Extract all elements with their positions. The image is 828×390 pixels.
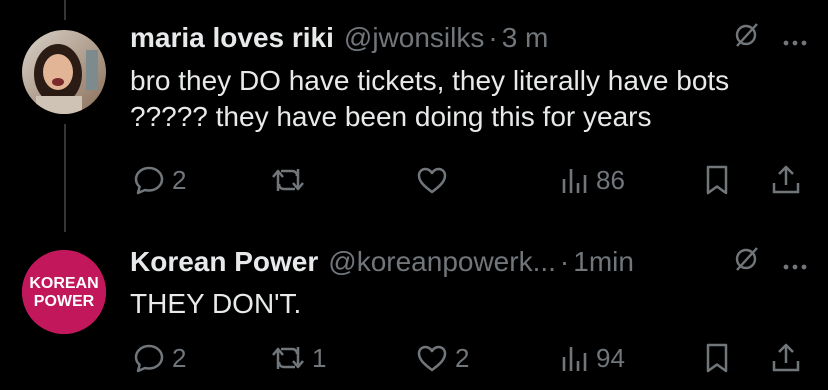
avatar-photo xyxy=(22,30,106,114)
action-bar: 2 1 2 94 xyxy=(130,338,810,378)
more-icon[interactable] xyxy=(782,246,808,278)
bookmark-button[interactable] xyxy=(702,160,732,200)
share-button[interactable] xyxy=(770,160,802,200)
tweet-2[interactable]: KOREAN POWER Korean Power @koreanpowerk.… xyxy=(0,232,828,390)
bookmark-button[interactable] xyxy=(702,338,732,378)
avatar-korean-power[interactable]: KOREAN POWER xyxy=(22,250,106,334)
like-count: 2 xyxy=(455,342,470,373)
handle[interactable]: @jwonsilks xyxy=(344,22,484,54)
reply-button[interactable]: 2 xyxy=(132,338,186,378)
views-icon xyxy=(560,341,590,375)
like-icon xyxy=(415,163,449,197)
bookmark-icon xyxy=(702,163,732,197)
bookmark-icon xyxy=(702,341,732,375)
logo-line-2: POWER xyxy=(34,293,95,310)
retweet-icon xyxy=(270,341,306,375)
like-button[interactable] xyxy=(415,160,455,200)
share-button[interactable] xyxy=(770,338,802,378)
views-count: 86 xyxy=(596,164,625,195)
retweet-icon xyxy=(270,163,306,197)
separator: · xyxy=(559,246,570,277)
tweet-text: THEY DON'T. xyxy=(130,288,302,319)
retweet-count: 1 xyxy=(312,342,327,373)
retweet-button[interactable]: 1 xyxy=(270,338,326,378)
tweet-header: Korean Power @koreanpowerk... · 1min xyxy=(130,244,808,280)
avatar-maria[interactable] xyxy=(22,30,106,114)
reply-count: 2 xyxy=(172,342,187,373)
grok-icon[interactable] xyxy=(732,245,760,280)
grok-icon[interactable] xyxy=(732,21,760,56)
reply-icon xyxy=(132,163,166,197)
display-name[interactable]: maria loves riki xyxy=(130,22,334,54)
reply-icon xyxy=(132,341,166,375)
reply-count: 2 xyxy=(172,164,187,195)
action-bar: 2 86 xyxy=(130,160,810,200)
views-button[interactable]: 94 xyxy=(560,338,625,378)
share-icon xyxy=(770,163,802,197)
like-icon xyxy=(415,341,449,375)
korean-power-logo: KOREAN POWER xyxy=(22,250,106,334)
more-icon[interactable] xyxy=(782,22,808,54)
views-count: 94 xyxy=(596,342,625,373)
tweet-header: maria loves riki @jwonsilks · 3 m xyxy=(130,20,808,56)
timestamp[interactable]: 3 m xyxy=(502,22,549,54)
share-icon xyxy=(770,341,802,375)
like-button[interactable]: 2 xyxy=(415,338,469,378)
handle[interactable]: @koreanpowerk... xyxy=(328,246,556,278)
timestamp[interactable]: 1min xyxy=(573,246,634,278)
reply-button[interactable]: 2 xyxy=(132,160,186,200)
views-button[interactable]: 86 xyxy=(560,160,625,200)
retweet-button[interactable] xyxy=(270,160,312,200)
display-name[interactable]: Korean Power xyxy=(130,246,318,278)
logo-line-1: KOREAN xyxy=(29,275,98,292)
views-icon xyxy=(560,163,590,197)
separator: · xyxy=(488,22,498,53)
tweet-text: bro they DO have tickets, they literally… xyxy=(130,65,730,132)
tweet-1[interactable]: maria loves riki @jwonsilks · 3 m bro th… xyxy=(0,0,828,232)
